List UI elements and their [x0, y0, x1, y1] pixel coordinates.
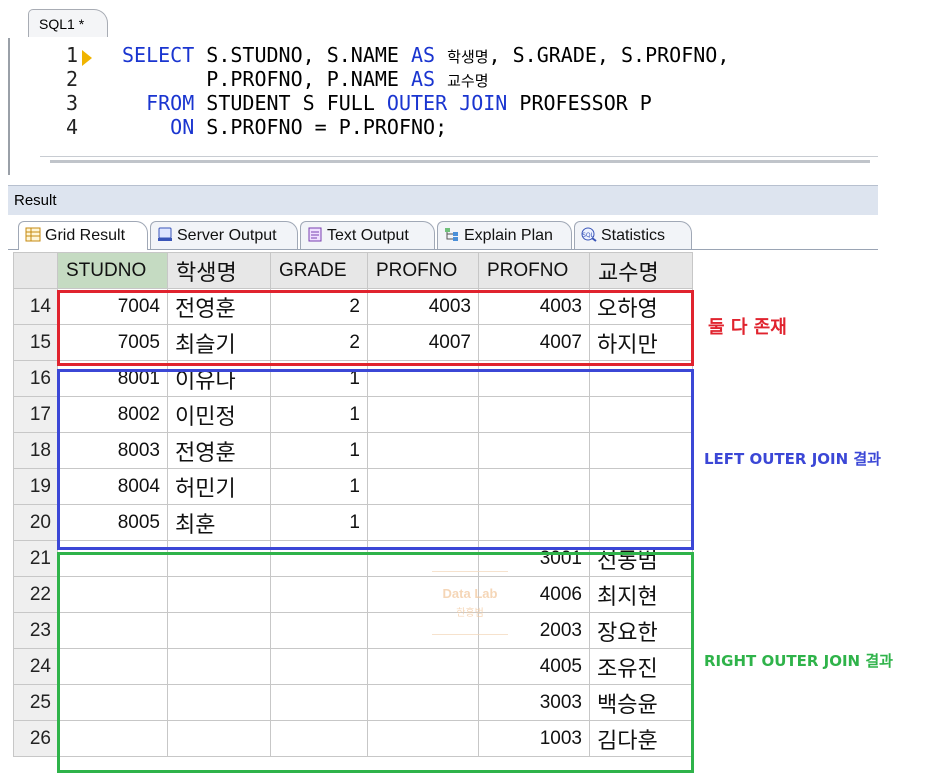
watermark-line-1: Data Lab — [442, 586, 498, 601]
column-header-studno[interactable]: STUDNO — [57, 252, 168, 289]
row-number[interactable]: 26 — [13, 720, 58, 757]
line-number-gutter: 1 2 3 4 — [10, 38, 110, 156]
row-number[interactable]: 23 — [13, 612, 58, 649]
row-number[interactable]: 22 — [13, 576, 58, 613]
sql-editor[interactable]: 1 2 3 4 SELECT S.STUDNO, S.NAME AS 학생명, … — [8, 38, 878, 175]
explain-plan-icon — [445, 228, 458, 241]
column-header-student-name[interactable]: 학생명 — [167, 252, 271, 289]
row-number[interactable]: 14 — [13, 288, 58, 325]
run-arrow-icon — [82, 50, 92, 66]
code-line-3: FROM STUDENT S FULL OUTER JOIN PROFESSOR… — [146, 91, 652, 115]
horizontal-scrollbar[interactable] — [40, 156, 878, 165]
code-line-2: P.PROFNO, P.NAME AS 교수명 — [122, 67, 489, 91]
statistics-icon: SQL — [581, 227, 597, 242]
both-exist-annotation: 둘 다 존재 — [708, 317, 787, 338]
row-number[interactable]: 19 — [13, 468, 58, 505]
right-outer-join-annotation: RIGHT OUTER JOIN 결과 — [704, 652, 893, 670]
result-panel-title: Result — [8, 185, 878, 215]
row-number[interactable]: 24 — [13, 648, 58, 685]
tab-label: Grid Result — [45, 227, 126, 244]
line-number: 2 — [65, 67, 78, 91]
scrollbar-thumb[interactable] — [50, 160, 870, 163]
watermark-logo: Data Lab 한홍범 — [432, 571, 508, 635]
text-output-icon — [308, 227, 322, 242]
tab-grid-result[interactable]: Grid Result — [18, 221, 148, 250]
tab-sql1[interactable]: SQL1 * — [28, 9, 108, 37]
tab-label: Explain Plan — [464, 227, 553, 244]
row-number[interactable]: 20 — [13, 504, 58, 541]
editor-tab-bar: SQL1 * — [8, 0, 878, 39]
tab-label: Server Output — [177, 227, 277, 244]
grid-result-icon — [25, 227, 41, 242]
server-output-icon — [158, 227, 172, 241]
tab-statistics[interactable]: SQL Statistics — [574, 221, 692, 249]
column-header-p-profno[interactable]: PROFNO — [478, 252, 590, 289]
tab-text-output[interactable]: Text Output — [300, 221, 435, 249]
row-number[interactable]: 18 — [13, 432, 58, 469]
row-number[interactable]: 21 — [13, 540, 58, 577]
line-number: 4 — [65, 115, 78, 139]
line-number: 3 — [65, 91, 78, 115]
watermark-line-2: 한홍범 — [456, 608, 484, 619]
tab-label: Text Output — [327, 227, 409, 244]
row-number[interactable]: 15 — [13, 324, 58, 361]
left-outer-join-annotation: LEFT OUTER JOIN 결과 — [704, 450, 881, 468]
line-number: 1 — [65, 43, 78, 67]
row-number[interactable]: 16 — [13, 360, 58, 397]
grid-header-row: STUDNO 학생명 GRADE PROFNO PROFNO 교수명 — [13, 252, 693, 289]
left-outer-join-highlight-box — [57, 369, 694, 550]
both-exist-highlight-box — [57, 290, 694, 366]
code-line-4: ON S.PROFNO = P.PROFNO; — [170, 115, 448, 139]
result-tab-bar: Grid Result Server Output Text Output Ex… — [8, 215, 878, 250]
column-header-grade[interactable]: GRADE — [270, 252, 368, 289]
row-number[interactable]: 25 — [13, 684, 58, 721]
tab-label: Statistics — [601, 227, 666, 244]
column-header-s-profno[interactable]: PROFNO — [367, 252, 479, 289]
tab-server-output[interactable]: Server Output — [150, 221, 298, 249]
tab-explain-plan[interactable]: Explain Plan — [437, 221, 572, 249]
right-outer-join-highlight-box — [57, 552, 694, 773]
grid-corner[interactable] — [13, 252, 58, 289]
code-line-1: SELECT S.STUDNO, S.NAME AS 학생명, S.GRADE,… — [122, 43, 730, 67]
row-number[interactable]: 17 — [13, 396, 58, 433]
column-header-professor-name[interactable]: 교수명 — [589, 252, 693, 289]
